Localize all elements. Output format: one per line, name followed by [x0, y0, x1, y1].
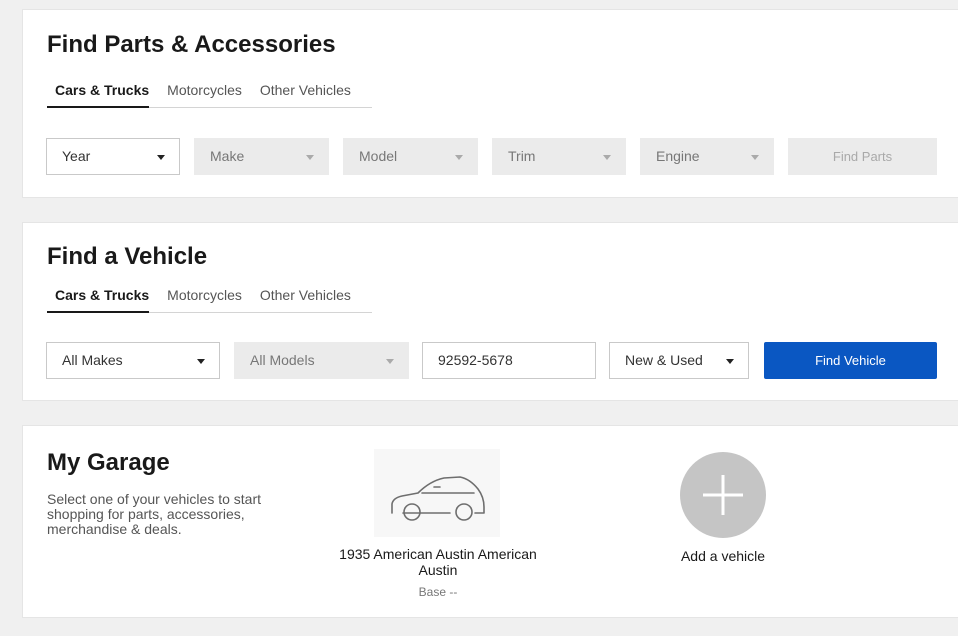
- condition-select-label: New & Used: [625, 352, 703, 368]
- makes-select[interactable]: All Makes: [46, 342, 220, 379]
- add-vehicle-button[interactable]: [680, 452, 766, 538]
- chevron-down-icon: [157, 155, 165, 160]
- zip-code-input[interactable]: 92592-5678: [422, 342, 596, 379]
- chevron-down-icon: [603, 155, 611, 160]
- chevron-down-icon: [197, 359, 205, 364]
- make-select[interactable]: Make: [194, 138, 329, 175]
- tab-other-vehicles[interactable]: Other Vehicles: [260, 80, 351, 108]
- find-parts-title: Find Parts & Accessories: [47, 31, 336, 58]
- tab-cars-trucks[interactable]: Cars & Trucks: [47, 80, 150, 108]
- add-vehicle-label[interactable]: Add a vehicle: [653, 548, 793, 564]
- engine-select[interactable]: Engine: [640, 138, 774, 175]
- tab-other-vehicles[interactable]: Other Vehicles: [260, 285, 351, 313]
- chevron-down-icon: [306, 155, 314, 160]
- garage-vehicle-name[interactable]: 1935 American Austin American Austin: [323, 546, 553, 578]
- makes-select-label: All Makes: [62, 352, 123, 368]
- chevron-down-icon: [386, 359, 394, 364]
- year-select-label: Year: [62, 148, 91, 164]
- model-select-label: Model: [359, 148, 398, 164]
- tab-cars-trucks[interactable]: Cars & Trucks: [47, 285, 150, 313]
- garage-vehicle-thumbnail[interactable]: [374, 449, 500, 537]
- make-select-label: Make: [210, 148, 245, 164]
- find-parts-tabs: Cars & Trucks Motorcycles Other Vehicles: [47, 80, 372, 108]
- garage-description: Select one of your vehicles to start sho…: [47, 491, 261, 537]
- find-vehicle-card: Find a Vehicle Cars & Trucks Motorcycles…: [22, 222, 958, 401]
- models-select[interactable]: All Models: [234, 342, 409, 379]
- garage-vehicle-trim: Base --: [418, 585, 458, 599]
- models-select-label: All Models: [250, 352, 315, 368]
- chevron-down-icon: [455, 155, 463, 160]
- car-outline-icon: [391, 476, 485, 521]
- chevron-down-icon: [726, 359, 734, 364]
- find-parts-card: Find Parts & Accessories Cars & Trucks M…: [22, 9, 958, 198]
- model-select[interactable]: Model: [343, 138, 478, 175]
- year-select[interactable]: Year: [46, 138, 180, 175]
- my-garage-title: My Garage: [47, 449, 170, 476]
- tab-motorcycles[interactable]: Motorcycles: [167, 285, 242, 313]
- condition-select[interactable]: New & Used: [609, 342, 749, 379]
- chevron-down-icon: [751, 155, 759, 160]
- tab-motorcycles[interactable]: Motorcycles: [167, 80, 242, 108]
- my-garage-card: My Garage Select one of your vehicles to…: [22, 425, 958, 618]
- find-vehicle-title: Find a Vehicle: [47, 243, 208, 270]
- trim-select[interactable]: Trim: [492, 138, 626, 175]
- find-vehicle-button[interactable]: Find Vehicle: [764, 342, 937, 379]
- engine-select-label: Engine: [656, 148, 700, 164]
- plus-icon: [703, 475, 743, 515]
- find-parts-button[interactable]: Find Parts: [788, 138, 937, 175]
- trim-select-label: Trim: [508, 148, 536, 164]
- find-vehicle-tabs: Cars & Trucks Motorcycles Other Vehicles: [47, 285, 372, 313]
